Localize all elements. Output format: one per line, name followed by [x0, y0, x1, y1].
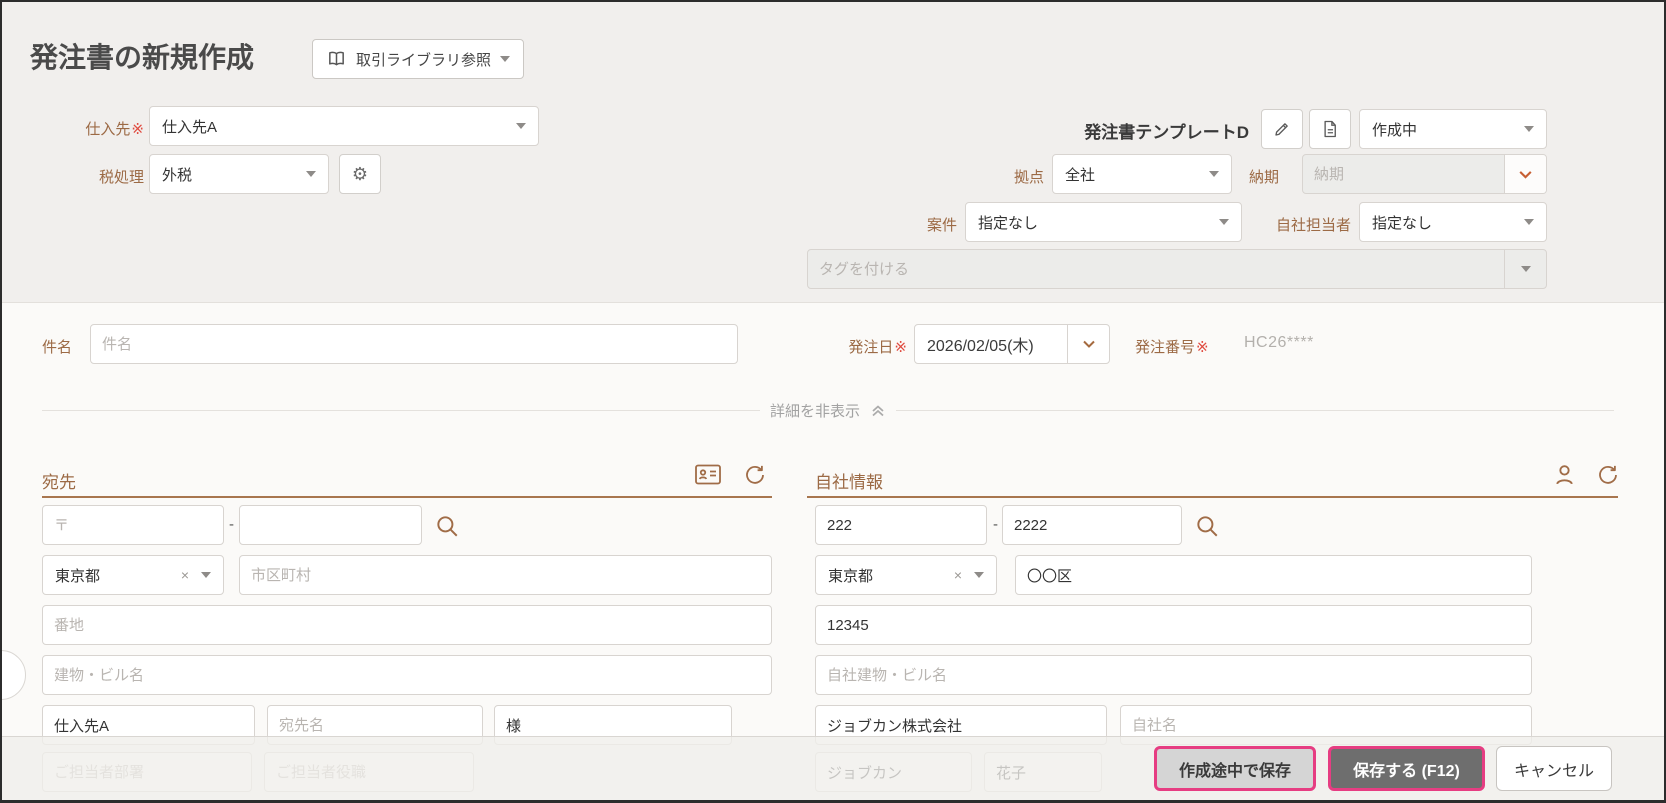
- refresh-icon[interactable]: [742, 463, 766, 492]
- gear-icon: ⚙: [351, 164, 369, 184]
- tax-select-value: 外税: [162, 166, 193, 184]
- location-label: 拠点: [1013, 169, 1044, 186]
- book-icon: [326, 49, 347, 69]
- recipient-city-input[interactable]: [239, 555, 772, 595]
- caret-down-icon: [516, 123, 526, 129]
- tax-select[interactable]: 外税: [149, 154, 329, 194]
- order-date-picker-toggle[interactable]: [1067, 325, 1109, 363]
- company-postal-code-2-input[interactable]: [1002, 505, 1182, 545]
- recipient-street-input[interactable]: [42, 605, 772, 645]
- delivery-date-label: 納期: [1249, 169, 1280, 186]
- page-title: 発注書の新規作成: [30, 42, 255, 73]
- project-select-value: 指定なし: [978, 214, 1039, 232]
- file-icon: [1322, 120, 1338, 138]
- recipient-prefecture-value: 東京都: [55, 567, 101, 585]
- footer-action-bar: 作成途中で保存 保存する (F12) キャンセル: [2, 736, 1664, 800]
- purchase-order-create-page: 発注書の新規作成 取引ライブラリ参照 仕入先※ 仕入先A 税処理 外税 ⚙ 発注…: [0, 0, 1666, 803]
- status-select-value: 作成中: [1372, 121, 1418, 139]
- delivery-date-picker-toggle[interactable]: [1504, 155, 1546, 193]
- divider: [896, 410, 1615, 411]
- status-select[interactable]: 作成中: [1359, 109, 1547, 149]
- hide-details-toggle[interactable]: 詳細を非表示: [42, 400, 1615, 421]
- tax-label: 税処理: [98, 169, 144, 186]
- caret-down-icon: [1524, 126, 1534, 132]
- transaction-library-label: 取引ライブラリ参照: [356, 51, 492, 69]
- order-number-value: HC26****: [1244, 334, 1314, 351]
- clear-icon[interactable]: ×: [181, 568, 189, 582]
- caret-down-icon: [201, 572, 211, 578]
- postal-separator: -: [993, 516, 998, 533]
- required-mark: ※: [1196, 339, 1209, 356]
- caret-down-icon: [1219, 219, 1229, 225]
- order-number-label: 発注番号※: [1135, 339, 1209, 356]
- tag-dropdown-toggle[interactable]: [1504, 250, 1546, 288]
- refresh-icon[interactable]: [1595, 463, 1619, 492]
- caret-down-icon: [1520, 266, 1531, 272]
- supplier-label: 仕入先※: [85, 121, 144, 138]
- search-icon[interactable]: [434, 513, 460, 544]
- tag-control: [807, 249, 1547, 289]
- own-rep-select[interactable]: 指定なし: [1359, 202, 1547, 242]
- caret-down-icon: [500, 56, 511, 62]
- own-rep-label: 自社担当者: [1275, 217, 1351, 234]
- divider: [42, 410, 760, 411]
- search-icon[interactable]: [1194, 513, 1220, 544]
- project-label: 案件: [926, 217, 957, 234]
- save-draft-button[interactable]: 作成途中で保存: [1154, 746, 1316, 791]
- project-select[interactable]: 指定なし: [965, 202, 1242, 242]
- location-select-value: 全社: [1065, 166, 1096, 184]
- hide-details-label: 詳細を非表示: [770, 403, 861, 420]
- caret-down-icon: [1524, 219, 1534, 225]
- recipient-postal-code-2-input[interactable]: [239, 505, 422, 545]
- order-date-value: 2026/02/05(木): [927, 338, 1034, 355]
- chevron-down-icon: [1517, 166, 1534, 183]
- required-mark: ※: [894, 339, 907, 356]
- caret-down-icon: [974, 572, 984, 578]
- supplier-select[interactable]: 仕入先A: [149, 106, 539, 146]
- order-date-control[interactable]: 2026/02/05(木): [914, 324, 1110, 364]
- company-prefecture-select[interactable]: 東京都 ×: [815, 555, 997, 595]
- company-city-input[interactable]: [1015, 555, 1532, 595]
- subject-label: 件名: [42, 339, 73, 356]
- required-mark: ※: [131, 121, 144, 138]
- contact-card-icon[interactable]: [694, 462, 722, 492]
- order-date-label: 発注日※: [848, 339, 907, 356]
- recipient-postal-code-1-input[interactable]: [42, 505, 224, 545]
- supplier-select-value: 仕入先A: [162, 118, 218, 136]
- person-icon[interactable]: [1552, 462, 1577, 492]
- own-company-section-title: 自社情報: [815, 473, 883, 492]
- transaction-library-button[interactable]: 取引ライブラリ参照: [312, 39, 525, 79]
- subject-input[interactable]: [90, 324, 738, 364]
- caret-down-icon: [306, 171, 316, 177]
- company-street-input[interactable]: [815, 605, 1532, 645]
- double-chevron-up-icon: [870, 403, 886, 419]
- clear-icon[interactable]: ×: [954, 568, 962, 582]
- own-rep-select-value: 指定なし: [1372, 214, 1433, 232]
- tag-input[interactable]: [808, 250, 1504, 288]
- company-building-input[interactable]: [815, 655, 1532, 695]
- chevron-down-icon: [1081, 336, 1097, 352]
- edit-template-button[interactable]: [1261, 109, 1303, 149]
- section-underline: [42, 496, 772, 498]
- location-select[interactable]: 全社: [1052, 154, 1232, 194]
- section-underline: [807, 496, 1618, 498]
- document-button[interactable]: [1309, 109, 1351, 149]
- template-name: 発注書テンプレートD: [1084, 123, 1249, 142]
- cancel-button[interactable]: キャンセル: [1496, 746, 1612, 791]
- recipient-building-input[interactable]: [42, 655, 772, 695]
- delivery-date-input[interactable]: [1303, 155, 1504, 193]
- recipient-section-title: 宛先: [42, 473, 76, 492]
- company-prefecture-value: 東京都: [828, 567, 874, 585]
- tax-settings-button[interactable]: ⚙: [339, 154, 381, 194]
- recipient-prefecture-select[interactable]: 東京都 ×: [42, 555, 224, 595]
- postal-separator: -: [229, 516, 234, 533]
- delivery-date-control: [1302, 154, 1547, 194]
- caret-down-icon: [1209, 171, 1219, 177]
- pencil-icon: [1273, 120, 1291, 138]
- company-postal-code-1-input[interactable]: [815, 505, 987, 545]
- save-button[interactable]: 保存する (F12): [1328, 746, 1485, 791]
